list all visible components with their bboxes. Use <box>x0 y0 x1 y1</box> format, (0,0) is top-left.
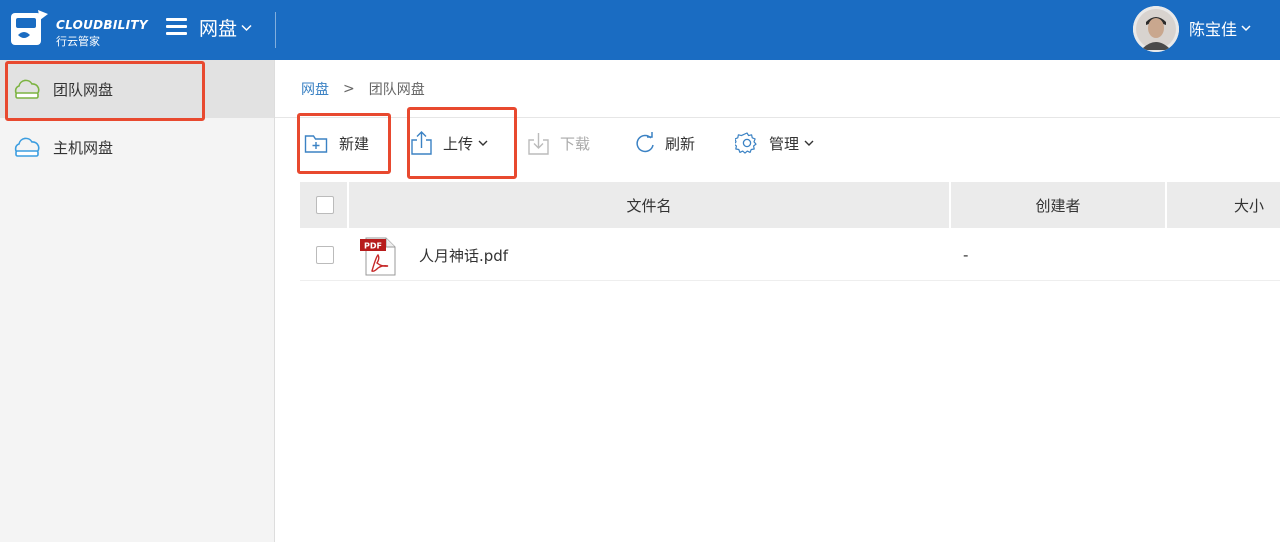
download-label: 下载 <box>560 134 591 153</box>
upload-label: 上传 <box>443 134 474 153</box>
breadcrumb-root-link[interactable]: 网盘 <box>301 79 329 99</box>
chevron-down-icon <box>804 140 814 146</box>
chevron-down-icon <box>478 140 488 146</box>
nav-dropdown[interactable]: 网盘 <box>199 14 252 41</box>
pdf-icon-label: PDF <box>364 242 382 251</box>
chevron-down-icon <box>1241 24 1251 31</box>
column-header-creator[interactable]: 创建者 <box>951 182 1165 228</box>
logo-mark-icon <box>11 10 48 45</box>
cloud-drive-icon <box>14 79 40 99</box>
cloud-drive-icon <box>14 137 40 157</box>
table-row[interactable]: PDF 人月神话.pdf - <box>300 230 1280 281</box>
pdf-file-icon: PDF <box>360 237 396 276</box>
breadcrumb-separator: > <box>343 81 355 97</box>
user-avatar[interactable] <box>1133 6 1179 52</box>
new-label: 新建 <box>339 134 370 153</box>
hamburger-menu-icon[interactable] <box>166 17 188 35</box>
new-button[interactable]: 新建 <box>304 128 369 158</box>
logo-text: CLOUDBILITY <box>56 18 148 32</box>
select-all-checkbox[interactable] <box>316 196 334 214</box>
header-divider <box>275 12 276 48</box>
manage-label: 管理 <box>769 134 800 153</box>
breadcrumb: 网盘 > 团队网盘 <box>301 79 425 99</box>
download-icon <box>528 133 549 155</box>
upload-button[interactable]: 上传 <box>410 128 488 158</box>
upload-icon <box>411 131 432 155</box>
avatar-photo-icon <box>1133 6 1179 52</box>
refresh-icon <box>636 132 654 153</box>
top-header: CLOUDBILITY 行云管家 网盘 陈宝佳 <box>0 0 1280 60</box>
gear-icon <box>735 132 757 154</box>
refresh-label: 刷新 <box>665 134 696 153</box>
cloudbility-logo[interactable]: CLOUDBILITY 行云管家 <box>10 8 148 52</box>
manage-button[interactable]: 管理 <box>735 128 814 158</box>
logo-subtitle: 行云管家 <box>56 35 100 48</box>
user-menu[interactable]: 陈宝佳 <box>1189 16 1251 40</box>
sidebar-item-label: 主机网盘 <box>53 138 114 157</box>
breadcrumb-divider <box>275 117 1280 118</box>
new-folder-icon <box>304 135 328 153</box>
chevron-down-icon <box>241 24 252 31</box>
sidebar: 团队网盘 主机网盘 <box>0 60 275 542</box>
sidebar-item-host-drive[interactable]: 主机网盘 <box>0 118 274 176</box>
file-name[interactable]: 人月神话.pdf <box>419 230 508 280</box>
breadcrumb-current: 团队网盘 <box>368 82 425 98</box>
download-button[interactable]: 下载 <box>527 128 590 158</box>
sidebar-item-label: 团队网盘 <box>53 80 114 99</box>
table-header: 文件名 创建者 大小 <box>300 182 1280 228</box>
column-divider <box>1165 182 1167 228</box>
nav-title: 网盘 <box>199 18 238 40</box>
column-header-filename[interactable]: 文件名 <box>349 182 949 228</box>
column-header-size[interactable]: 大小 <box>1200 182 1280 228</box>
user-name: 陈宝佳 <box>1189 20 1238 39</box>
file-creator: - <box>963 246 969 264</box>
refresh-button[interactable]: 刷新 <box>635 128 695 158</box>
sidebar-item-team-drive[interactable]: 团队网盘 <box>0 60 274 118</box>
row-checkbox[interactable] <box>316 246 334 264</box>
